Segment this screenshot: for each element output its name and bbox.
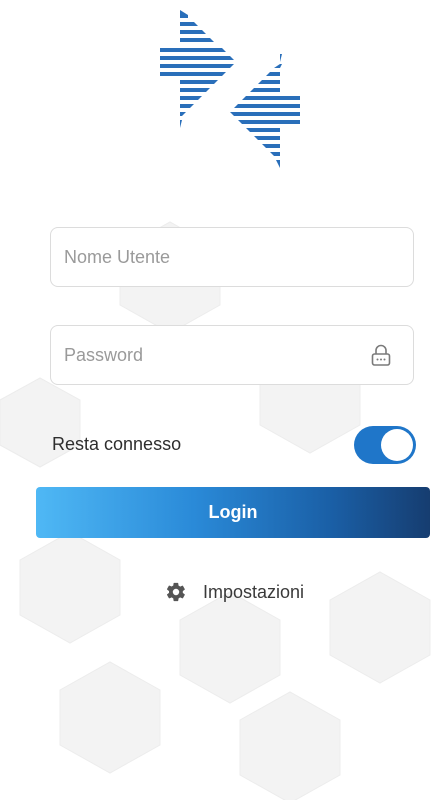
settings-label: Impostazioni — [203, 581, 305, 602]
remember-me-label: Resta connesso — [52, 434, 182, 454]
password-input[interactable] — [64, 326, 354, 384]
toggle-knob — [381, 429, 413, 461]
gear-icon — [166, 582, 185, 602]
remember-me-toggle[interactable] — [354, 426, 416, 464]
password-field[interactable] — [50, 325, 414, 385]
username-field[interactable] — [50, 227, 414, 287]
lock-icon — [371, 344, 391, 366]
login-button[interactable]: Login — [36, 487, 430, 538]
username-input[interactable] — [64, 228, 354, 286]
login-screen: Resta connesso Login Impostazioni — [0, 0, 442, 800]
settings-link[interactable]: Impostazioni — [165, 578, 304, 606]
brand-logo — [160, 10, 300, 168]
